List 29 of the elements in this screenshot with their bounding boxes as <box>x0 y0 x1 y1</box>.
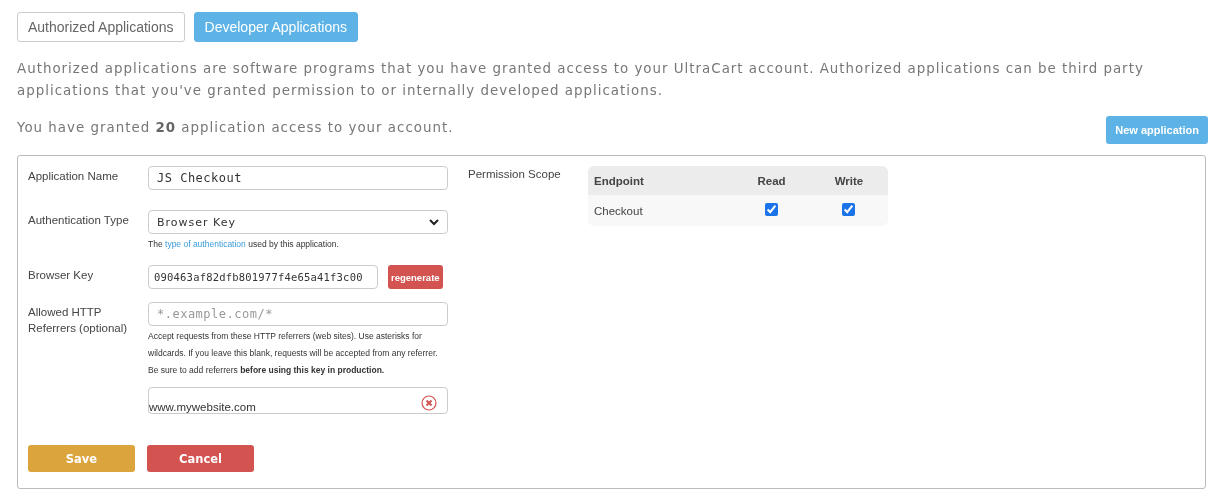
read-checkbox[interactable] <box>765 203 779 216</box>
referrer-entry-field[interactable]: www.mywebsite.com <box>148 387 448 414</box>
regenerate-button[interactable]: regenerate <box>388 265 443 289</box>
field-label: Allowed HTTP Referrers (optional) <box>28 305 129 336</box>
tab[interactable]: Authorized Applications <box>17 12 185 42</box>
name-field[interactable]: JS Checkout <box>148 166 448 190</box>
referrer-field[interactable]: *.example.com/* <box>148 302 448 326</box>
intro-text: Authorized applications are software programs that you have granted access to your UltraCart account. Authorized applications can be third party applications that you've granted permission to or internally developed applications. <box>17 60 1145 100</box>
field-label: Browser Key <box>28 268 95 283</box>
field-label: Application Name <box>28 169 120 184</box>
help-text: The type of authentication used by this application. <box>148 238 340 251</box>
save-button[interactable]: Save <box>28 445 135 472</box>
column-header: Write <box>810 166 888 195</box>
auth-type-dropdown[interactable]: Browser Key <box>148 210 448 234</box>
key-field[interactable]: 090463af82dfb801977f4e65a41f3c00 <box>148 265 378 289</box>
column-header: Read <box>733 166 810 195</box>
field-label: Authentication Type <box>28 213 130 228</box>
tab[interactable]: Developer Applications <box>193 12 358 42</box>
help-link[interactable]: type of authentication <box>165 239 246 249</box>
remove-icon[interactable] <box>421 395 437 411</box>
access-count-text: You have granted 20 application access to your account. <box>17 119 454 135</box>
field-label: Permission Scope <box>468 167 562 182</box>
write-checkbox[interactable] <box>842 203 856 216</box>
cancel-button[interactable]: Cancel <box>147 445 254 472</box>
table-cell: Checkout <box>588 195 734 226</box>
new-application-button[interactable]: New application <box>1106 116 1208 144</box>
chevron-down-icon <box>429 218 439 226</box>
column-header: Endpoint <box>588 166 734 195</box>
help-text: Accept requests from these HTTP referrers (web sites). Use asterisks for wildcards. If you leave this blank, requests will be accepted from any referrer. Be sure to add referrers before using this key in production. <box>148 330 439 377</box>
